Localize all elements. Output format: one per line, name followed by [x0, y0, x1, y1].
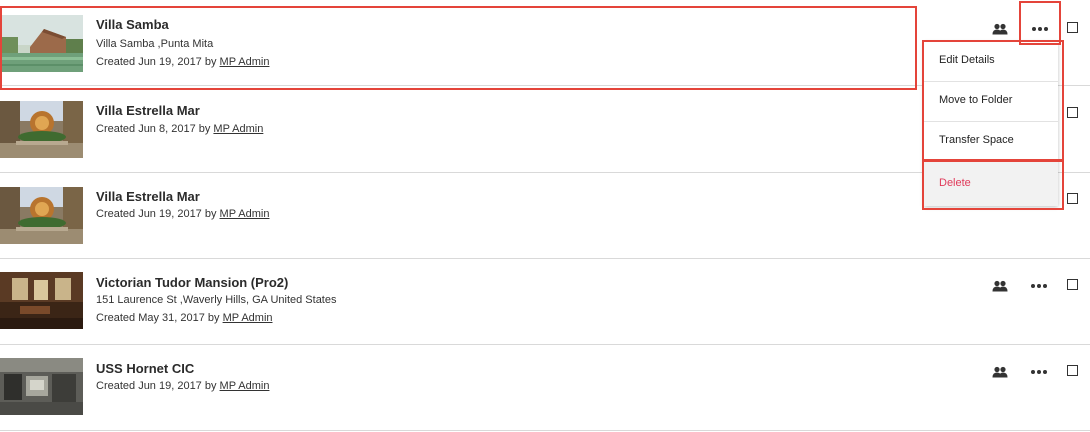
space-context-menu: Edit Details Move to Folder Transfer Spa…: [924, 42, 1058, 206]
menu-item-transfer-space[interactable]: Transfer Space: [924, 122, 1058, 161]
select-checkbox[interactable]: [1067, 365, 1078, 376]
mansion-interior-photo: [0, 272, 83, 329]
more-options-icon[interactable]: [1030, 283, 1048, 289]
space-created-info: Created Jun 19, 2017 by MP Admin: [96, 56, 269, 68]
menu-item-move-to-folder[interactable]: Move to Folder: [924, 82, 1058, 121]
created-by-link[interactable]: MP Admin: [213, 123, 263, 135]
space-title[interactable]: Villa Samba: [96, 17, 169, 32]
created-date-text: Created Jun 8, 2017 by: [96, 123, 214, 135]
space-title[interactable]: USS Hornet CIC: [96, 361, 194, 376]
space-created-info: Created May 31, 2017 by MP Admin: [96, 312, 273, 324]
space-row-uss-hornet-cic[interactable]: USS Hornet CIC Created Jun 19, 2017 by M…: [0, 345, 1090, 431]
space-row-victorian-tudor-mansion[interactable]: Victorian Tudor Mansion (Pro2) 151 Laure…: [0, 259, 1090, 345]
space-created-info: Created Jun 8, 2017 by MP Admin: [96, 123, 263, 135]
space-title[interactable]: Villa Estrella Mar: [96, 103, 200, 118]
created-date-text: Created May 31, 2017 by: [96, 312, 223, 324]
select-checkbox[interactable]: [1067, 279, 1078, 290]
created-by-link[interactable]: MP Admin: [220, 208, 270, 220]
space-title[interactable]: Victorian Tudor Mansion (Pro2): [96, 275, 288, 290]
created-by-link[interactable]: MP Admin: [223, 312, 273, 324]
space-created-info: Created Jun 19, 2017 by MP Admin: [96, 208, 269, 220]
more-options-icon[interactable]: [1031, 26, 1049, 32]
menu-item-edit-details[interactable]: Edit Details: [924, 42, 1058, 81]
select-checkbox[interactable]: [1067, 193, 1078, 204]
villa-samba-photo: [0, 15, 83, 72]
users-icon[interactable]: [992, 280, 1008, 292]
created-by-link[interactable]: MP Admin: [220, 56, 270, 68]
users-icon[interactable]: [992, 366, 1008, 378]
space-thumbnail[interactable]: [0, 15, 83, 72]
space-address: Villa Samba ,Punta Mita: [96, 38, 214, 50]
select-checkbox[interactable]: [1067, 107, 1078, 118]
space-title[interactable]: Villa Estrella Mar: [96, 189, 200, 204]
created-by-link[interactable]: MP Admin: [220, 380, 270, 392]
space-thumbnail[interactable]: [0, 358, 83, 415]
villa-estrella-photo: [0, 187, 83, 244]
space-thumbnail[interactable]: [0, 187, 83, 244]
created-date-text: Created Jun 19, 2017 by: [96, 208, 220, 220]
created-date-text: Created Jun 19, 2017 by: [96, 380, 220, 392]
more-options-icon[interactable]: [1030, 369, 1048, 375]
space-thumbnail[interactable]: [0, 101, 83, 158]
menu-item-delete[interactable]: Delete: [924, 162, 1058, 206]
ship-interior-photo: [0, 358, 83, 415]
created-date-text: Created Jun 19, 2017 by: [96, 56, 220, 68]
villa-estrella-photo: [0, 101, 83, 158]
space-created-info: Created Jun 19, 2017 by MP Admin: [96, 380, 269, 392]
space-address: 151 Laurence St ,Waverly Hills, GA Unite…: [96, 294, 337, 306]
space-thumbnail[interactable]: [0, 272, 83, 329]
users-icon[interactable]: [992, 23, 1008, 35]
select-checkbox[interactable]: [1067, 22, 1078, 33]
